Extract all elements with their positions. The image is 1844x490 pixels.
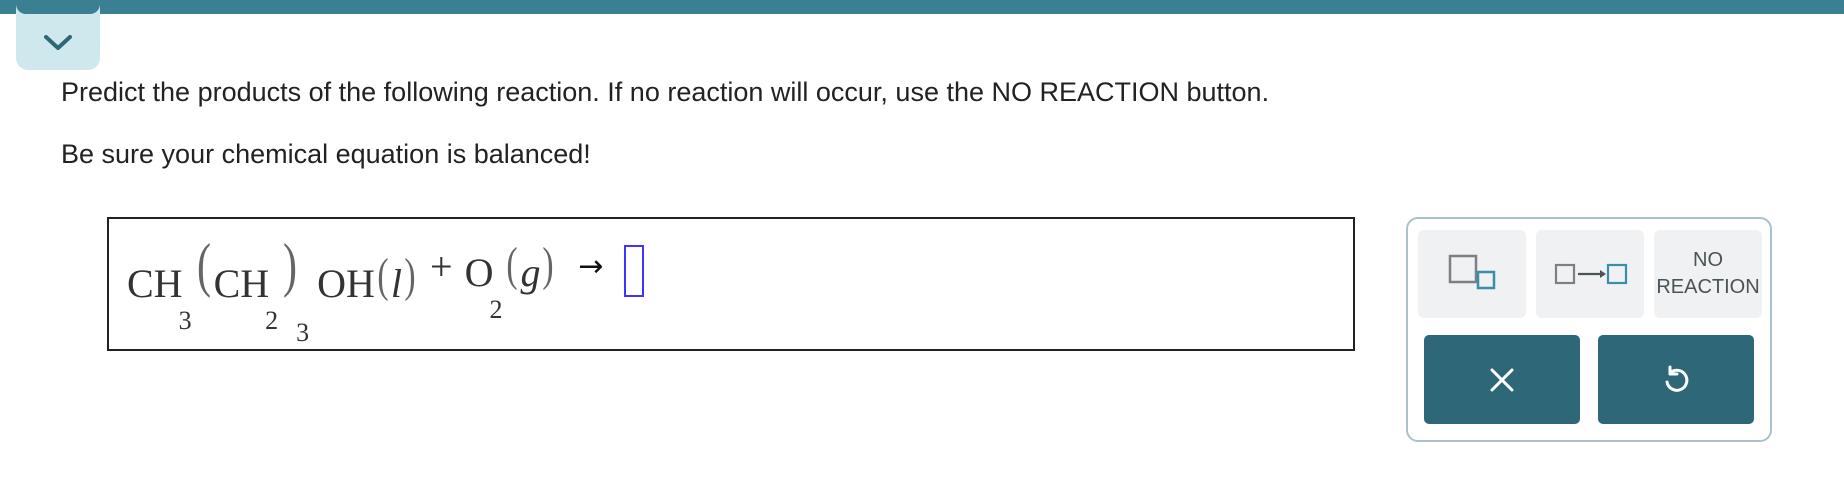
chevron-down-icon bbox=[44, 35, 72, 50]
product-input-slot[interactable] bbox=[623, 245, 644, 297]
group-subscript: 3 bbox=[296, 318, 310, 347]
close-paren: ) bbox=[404, 249, 416, 302]
reaction-arrow-box-icon bbox=[1554, 263, 1628, 285]
clear-button[interactable] bbox=[1424, 335, 1580, 424]
state-label: g bbox=[520, 250, 541, 295]
no-reaction-button[interactable]: NO REACTION bbox=[1654, 230, 1762, 318]
no-reaction-label: NO bbox=[1693, 249, 1723, 271]
undo-button[interactable] bbox=[1598, 335, 1754, 424]
plus-sign: + bbox=[430, 244, 453, 289]
collapse-toggle-button[interactable] bbox=[16, 0, 100, 70]
subscript-button[interactable] bbox=[1418, 230, 1526, 318]
close-paren: ) bbox=[542, 238, 555, 291]
balance-instruction: Be sure your chemical equation is balanc… bbox=[61, 139, 591, 169]
close-paren: ) bbox=[283, 232, 298, 298]
reaction-arrow-button[interactable] bbox=[1536, 230, 1644, 318]
equation-editor[interactable]: CH3(CH2)3OH(l) + O2(g) → bbox=[107, 217, 1355, 351]
subscript: 3 bbox=[178, 306, 192, 335]
reaction-arrow: → bbox=[578, 249, 604, 284]
question-prompt: Predict the products of the following re… bbox=[61, 77, 1270, 107]
top-accent-bar bbox=[0, 0, 1844, 14]
state-label: l bbox=[390, 261, 403, 306]
subscript: 2 bbox=[265, 306, 279, 335]
undo-icon bbox=[1665, 365, 1689, 392]
formula-text: O bbox=[464, 250, 494, 295]
open-paren: ( bbox=[196, 232, 211, 298]
no-reaction-label: REACTION bbox=[1656, 276, 1760, 298]
open-paren: ( bbox=[377, 249, 389, 302]
subscript-box-icon bbox=[1448, 254, 1496, 290]
formula-text: CH bbox=[127, 261, 183, 306]
subscript: 2 bbox=[489, 295, 503, 324]
formula-text: OH bbox=[317, 261, 375, 306]
chemical-equation: CH3(CH2)3OH(l) + O2(g) → bbox=[127, 232, 644, 347]
reactant-oxygen: O2(g) bbox=[464, 238, 557, 324]
close-icon bbox=[1490, 368, 1514, 391]
equation-toolbox: NO REACTION bbox=[1406, 217, 1772, 442]
formula-text: CH bbox=[213, 261, 270, 306]
open-paren: ( bbox=[506, 238, 519, 291]
reactant-butanol: CH3(CH2)3OH(l) bbox=[127, 232, 418, 347]
